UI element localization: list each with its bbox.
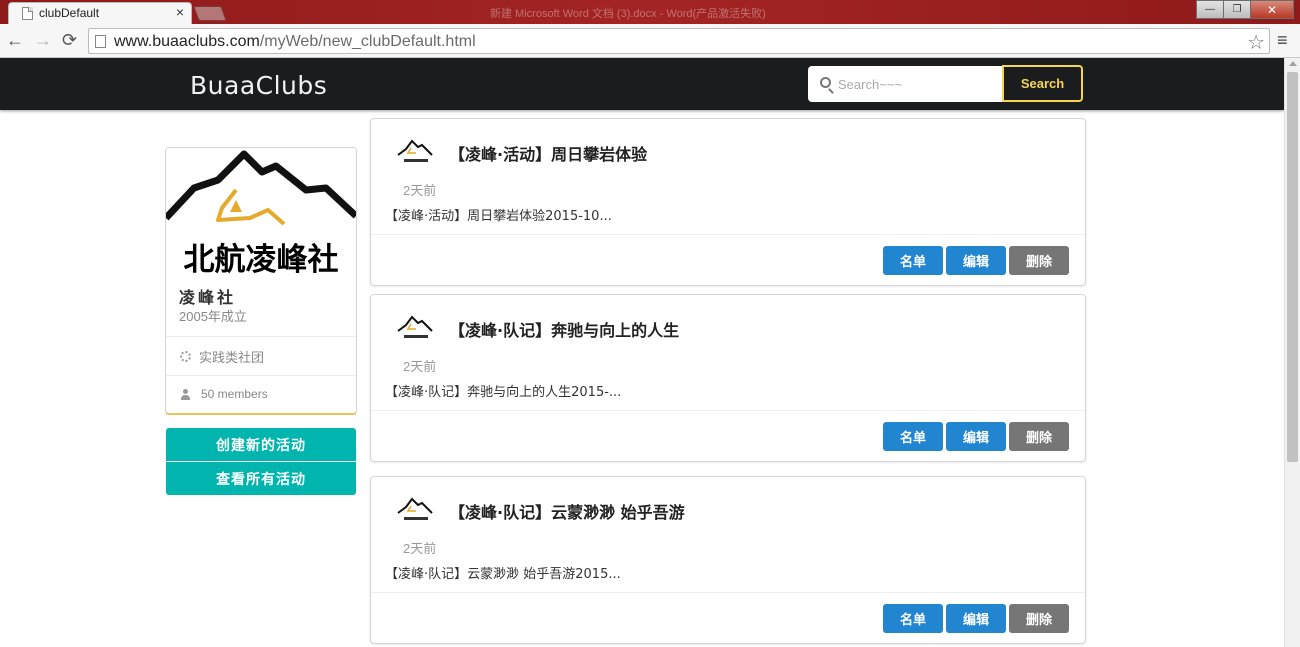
- new-tab-button[interactable]: [193, 6, 227, 21]
- url-host: www.buaaclubs.com: [114, 33, 260, 50]
- reload-icon[interactable]: ⟳: [62, 29, 77, 51]
- bookmark-star-icon[interactable]: ☆: [1247, 30, 1265, 55]
- activity-card: 【凌峰·队记】云蒙渺渺 始乎吾游 2天前 【凌峰·队记】云蒙渺渺 始乎吾游201…: [370, 476, 1086, 644]
- window-controls: — ❐ ✕: [1196, 0, 1294, 19]
- url-text[interactable]: www.buaaclubs.com/myWeb/new_clubDefault.…: [114, 33, 476, 51]
- delete-button[interactable]: 删除: [1009, 246, 1069, 275]
- club-avatar-icon: [397, 497, 433, 520]
- activity-card: 【凌峰·队记】奔驰与向上的人生 2天前 【凌峰·队记】奔驰与向上的人生2015-…: [370, 294, 1086, 462]
- club-logo-text: 北航凌峰社: [183, 242, 339, 278]
- vertical-scrollbar[interactable]: [1284, 58, 1300, 647]
- club-members: 50 members: [180, 387, 268, 401]
- divider: [166, 336, 356, 337]
- minimize-button[interactable]: —: [1196, 0, 1224, 19]
- club-type-label: 实践类社团: [199, 350, 265, 365]
- close-button[interactable]: ✕: [1250, 0, 1294, 19]
- club-founded-date: 2005年成立: [179, 309, 247, 324]
- activity-summary: 【凌峰·活动】周日攀岩体验2015-10...: [385, 209, 612, 224]
- participant-list-button[interactable]: 名单: [883, 422, 943, 451]
- club-avatar-icon: [397, 315, 433, 338]
- divider: [371, 234, 1085, 235]
- window-title: 新建 Microsoft Word 文档 (3).docx - Word(产品激…: [490, 8, 766, 20]
- club-logo-image: 北航凌峰社: [166, 148, 356, 278]
- edit-button[interactable]: 编辑: [946, 246, 1006, 275]
- cog-icon: [180, 351, 191, 362]
- brand-logo[interactable]: BuaaClubs: [190, 71, 327, 100]
- forward-arrow-icon[interactable]: →: [34, 29, 52, 51]
- browser-toolbar: ← → ⟳ www.buaaclubs.com/myWeb/new_clubDe…: [0, 24, 1300, 58]
- url-path: /myWeb/new_clubDefault.html: [259, 33, 476, 50]
- edit-button[interactable]: 编辑: [946, 422, 1006, 451]
- divider: [371, 592, 1085, 593]
- search-input[interactable]: [838, 66, 998, 102]
- activity-time: 2天前: [403, 359, 437, 374]
- activity-summary: 【凌峰·队记】云蒙渺渺 始乎吾游2015...: [385, 567, 621, 582]
- site-navbar: BuaaClubs Search: [0, 58, 1284, 110]
- club-type: 实践类社团: [180, 347, 264, 366]
- address-bar[interactable]: www.buaaclubs.com/myWeb/new_clubDefault.…: [88, 28, 1270, 54]
- search-button[interactable]: Search: [1002, 65, 1083, 102]
- window-titlebar: clubDefault × 新建 Microsoft Word 文档 (3).d…: [0, 0, 1300, 24]
- view-all-activities-button[interactable]: 查看所有活动: [166, 462, 356, 495]
- club-members-count: 50 members: [201, 387, 268, 401]
- activity-title[interactable]: 【凌峰·队记】奔驰与向上的人生: [449, 317, 679, 341]
- activity-summary: 【凌峰·队记】奔驰与向上的人生2015-...: [385, 385, 622, 400]
- participant-list-button[interactable]: 名单: [883, 604, 943, 633]
- club-profile-card: 北航凌峰社 凌峰社 2005年成立 实践类社团 50 members: [165, 147, 357, 415]
- create-activity-button[interactable]: 创建新的活动: [166, 428, 356, 461]
- participant-list-button[interactable]: 名单: [883, 246, 943, 275]
- tab-close-icon[interactable]: ×: [176, 4, 184, 20]
- back-arrow-icon[interactable]: ←: [6, 29, 24, 51]
- scrollbar-thumb[interactable]: [1287, 72, 1298, 462]
- activity-time: 2天前: [403, 541, 437, 556]
- search-icon: [820, 77, 831, 88]
- scroll-up-arrow-icon[interactable]: [1289, 61, 1297, 66]
- divider: [371, 410, 1085, 411]
- delete-button[interactable]: 删除: [1009, 604, 1069, 633]
- page-icon: [22, 7, 33, 20]
- delete-button[interactable]: 删除: [1009, 422, 1069, 451]
- browser-tab[interactable]: clubDefault ×: [8, 2, 192, 24]
- page-viewport: BuaaClubs Search 北航凌峰社 凌峰社 2005年成立 实践类社团…: [0, 58, 1300, 647]
- edit-button[interactable]: 编辑: [946, 604, 1006, 633]
- activity-card: 【凌峰·活动】周日攀岩体验 2天前 【凌峰·活动】周日攀岩体验2015-10..…: [370, 118, 1086, 286]
- tab-title: clubDefault: [39, 6, 100, 20]
- page-icon: [95, 35, 106, 48]
- club-avatar-icon: [397, 139, 433, 162]
- maximize-button[interactable]: ❐: [1223, 0, 1251, 19]
- activity-title[interactable]: 【凌峰·活动】周日攀岩体验: [449, 141, 647, 165]
- user-icon: [180, 388, 191, 400]
- divider: [166, 375, 356, 376]
- search-box: [808, 66, 1004, 102]
- browser-menu-icon[interactable]: ≡: [1277, 30, 1288, 51]
- club-name: 凌峰社: [179, 290, 237, 307]
- activity-time: 2天前: [403, 183, 437, 198]
- activity-title[interactable]: 【凌峰·队记】云蒙渺渺 始乎吾游: [449, 499, 685, 523]
